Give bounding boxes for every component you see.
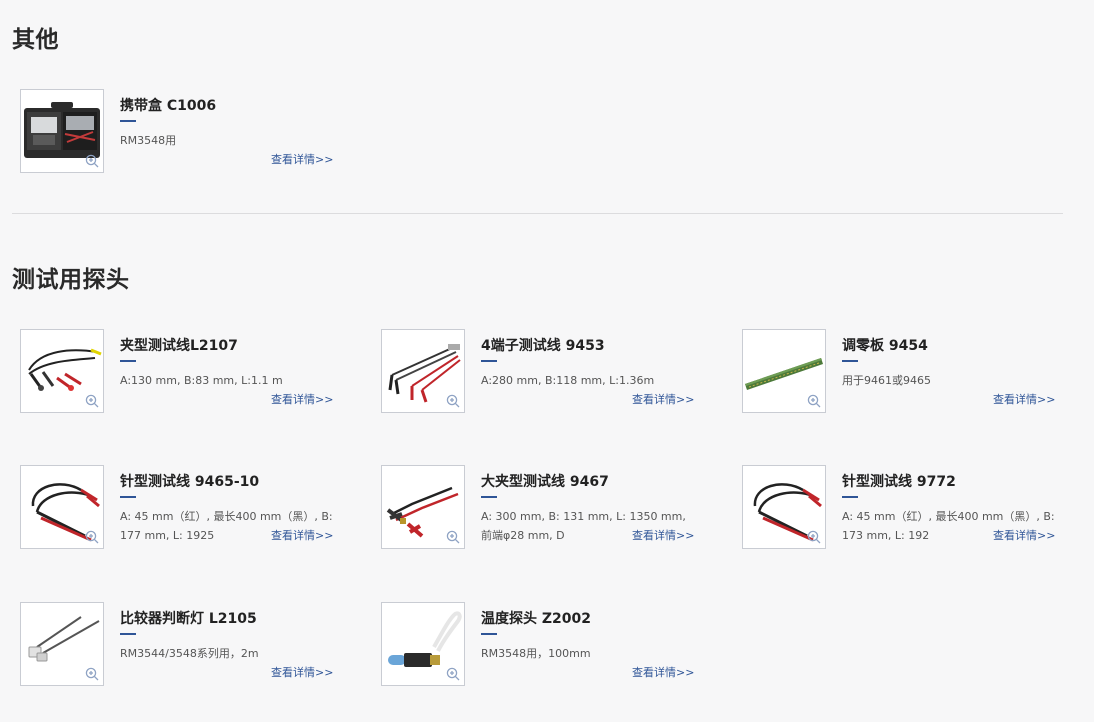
accent-line [120, 633, 136, 635]
product-thumbnail[interactable] [742, 465, 826, 549]
product-description: RM3548用，100mm [481, 647, 591, 660]
accent-line [481, 633, 497, 635]
product-card: 大夹型测试线 9467 A: 300 mm, B: 131 mm, L: 135… [381, 465, 711, 551]
product-thumbnail[interactable] [20, 329, 104, 413]
product-name[interactable]: 4端子测试线 9453 [481, 335, 605, 355]
view-details-link[interactable]: 查看详情>> [271, 664, 333, 680]
view-details-link[interactable]: 查看详情>> [632, 391, 694, 407]
zoom-icon[interactable] [85, 154, 99, 168]
accent-line [842, 496, 858, 498]
section-title-test-probes: 测试用探头 [12, 267, 130, 293]
accent-line [120, 496, 136, 498]
section-title-other: 其他 [12, 27, 59, 53]
section-divider [12, 213, 1063, 214]
product-description: RM3548用 [120, 134, 177, 147]
zoom-icon[interactable] [446, 667, 460, 681]
product-name[interactable]: 比较器判断灯 L2105 [120, 608, 257, 628]
accent-line [120, 120, 136, 122]
product-name[interactable]: 携带盒 C1006 [120, 95, 216, 115]
view-details-link[interactable]: 查看详情>> [271, 391, 333, 407]
product-card: 夹型测试线L2107 A:130 mm, B:83 mm, L:1.1 m 查看… [20, 329, 350, 415]
accent-line [120, 360, 136, 362]
zoom-icon[interactable] [807, 530, 821, 544]
view-details-link[interactable]: 查看详情>> [993, 527, 1055, 543]
zoom-icon[interactable] [85, 394, 99, 408]
product-thumbnail[interactable] [381, 602, 465, 686]
product-name[interactable]: 夹型测试线L2107 [120, 335, 238, 355]
zoom-icon[interactable] [85, 530, 99, 544]
product-thumbnail[interactable] [20, 602, 104, 686]
accent-line [481, 360, 497, 362]
product-card: 针型测试线 9772 A: 45 mm（红）, 最长400 mm（黑）, B: … [742, 465, 1072, 551]
view-details-link[interactable]: 查看详情>> [632, 527, 694, 543]
accent-line [481, 496, 497, 498]
product-thumbnail[interactable] [381, 329, 465, 413]
product-name[interactable]: 温度探头 Z2002 [481, 608, 591, 628]
product-thumbnail[interactable] [742, 329, 826, 413]
product-card: 4端子测试线 9453 A:280 mm, B:118 mm, L:1.36m … [381, 329, 711, 415]
page: 其他 携带盒 C1006 RM3548用 查看详情>> 测试用探头 夹型测试线L… [0, 0, 1094, 722]
view-details-link[interactable]: 查看详情>> [993, 391, 1055, 407]
zoom-icon[interactable] [807, 394, 821, 408]
product-thumbnail[interactable] [20, 89, 104, 173]
view-details-link[interactable]: 查看详情>> [632, 664, 694, 680]
product-name[interactable]: 大夹型测试线 9467 [481, 471, 609, 491]
product-name[interactable]: 针型测试线 9465-10 [120, 471, 259, 491]
zoom-icon[interactable] [85, 667, 99, 681]
product-card: 针型测试线 9465-10 A: 45 mm（红）, 最长400 mm（黑）, … [20, 465, 350, 551]
product-description: A:130 mm, B:83 mm, L:1.1 m [120, 374, 283, 387]
zoom-icon[interactable] [446, 530, 460, 544]
accent-line [842, 360, 858, 362]
product-thumbnail[interactable] [381, 465, 465, 549]
zoom-icon[interactable] [446, 394, 460, 408]
product-description: A:280 mm, B:118 mm, L:1.36m [481, 374, 655, 387]
product-thumbnail[interactable] [20, 465, 104, 549]
product-card: 比较器判断灯 L2105 RM3544/3548系列用，2m 查看详情>> [20, 602, 350, 688]
product-card: 携带盒 C1006 RM3548用 查看详情>> [20, 89, 350, 175]
product-description: RM3544/3548系列用，2m [120, 647, 259, 660]
product-description: 用于9461或9465 [842, 374, 931, 387]
product-name[interactable]: 针型测试线 9772 [842, 471, 956, 491]
view-details-link[interactable]: 查看详情>> [271, 527, 333, 543]
product-card: 调零板 9454 用于9461或9465 查看详情>> [742, 329, 1072, 415]
view-details-link[interactable]: 查看详情>> [271, 151, 333, 167]
product-name[interactable]: 调零板 9454 [842, 335, 928, 355]
product-card: 温度探头 Z2002 RM3548用，100mm 查看详情>> [381, 602, 711, 688]
